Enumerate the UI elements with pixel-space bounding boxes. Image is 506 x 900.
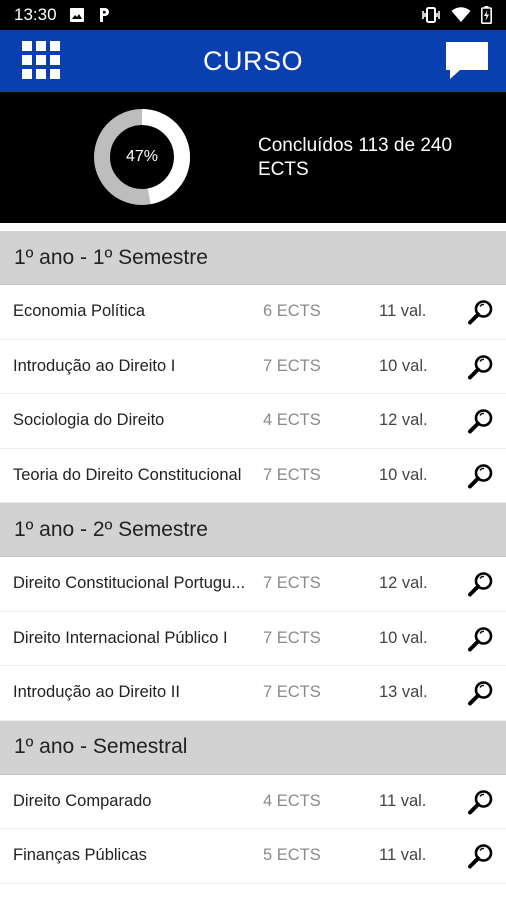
course-row[interactable]: Sociologia do Direito 4 ECTS 12 val. (0, 394, 506, 449)
course-ects: 7 ECTS (263, 574, 321, 593)
section-header: 1º ano - 1º Semestre (0, 231, 506, 285)
search-icon[interactable] (467, 407, 495, 435)
course-name: Introdução ao Direito I (13, 356, 176, 375)
course-name: Economia Política (13, 302, 146, 321)
chat-icon[interactable] (444, 39, 490, 83)
course-list: 1º ano - 1º Semestre Economia Política 6 E… (0, 231, 506, 884)
course-ects: 5 ECTS (263, 846, 321, 865)
search-icon[interactable] (467, 353, 495, 381)
course-grade: 10 val. (379, 628, 428, 647)
progress-panel: 47% Concluídos 113 de 240 ECTS (0, 92, 506, 223)
search-icon[interactable] (467, 679, 495, 707)
app-bar: CURSO (0, 30, 506, 92)
search-icon[interactable] (467, 788, 495, 816)
course-ects: 7 ECTS (263, 628, 321, 647)
course-row[interactable]: Introdução ao Direito I 7 ECTS 10 val. (0, 339, 506, 394)
course-name: Sociologia do Direito (13, 411, 165, 430)
search-icon[interactable] (467, 570, 495, 598)
page-title: CURSO (202, 45, 303, 76)
course-ects: 7 ECTS (263, 683, 321, 702)
course-name: Introdução ao Direito II (13, 683, 180, 702)
course-row[interactable]: Economia Política 6 ECTS 11 val. (0, 285, 506, 340)
wifi-icon (451, 7, 471, 23)
search-icon[interactable] (467, 298, 495, 326)
course-name: Direito Comparado (13, 791, 152, 810)
progress-summary: Concluídos 113 de 240 ECTS (258, 135, 453, 180)
search-icon[interactable] (467, 625, 495, 653)
progress-percent: 47% (125, 148, 159, 165)
course-grade: 10 val. (379, 465, 428, 484)
search-icon[interactable] (467, 842, 495, 870)
divider (0, 223, 506, 231)
vibrate-icon (421, 7, 441, 23)
image-icon (69, 7, 85, 23)
course-grade: 13 val. (379, 683, 428, 702)
course-name: Direito Constitucional Portugu... (13, 574, 246, 593)
course-ects: 6 ECTS (263, 302, 321, 321)
status-bar: 13:30 (0, 0, 506, 30)
course-grade: 11 val. (379, 791, 427, 810)
course-ects: 7 ECTS (263, 356, 321, 375)
course-row[interactable]: Direito Constitucional Portugu... 7 ECTS 1… (0, 557, 506, 612)
course-ects: 7 ECTS (263, 465, 321, 484)
course-row[interactable]: Introdução ao Direito II 7 ECTS 13 val. (0, 666, 506, 721)
grid-menu-icon[interactable] (22, 41, 60, 79)
course-grade: 10 val. (379, 356, 428, 375)
course-grade: 11 val. (379, 846, 427, 865)
section-header: 1º ano - Semestral (0, 720, 506, 775)
course-grade: 12 val. (379, 574, 428, 593)
course-grade: 11 val. (379, 302, 427, 321)
course-name: Direito Internacional Público I (13, 628, 228, 647)
status-time: 13:30 (14, 5, 57, 24)
course-row[interactable]: Direito Comparado 4 ECTS 11 val. (0, 774, 506, 829)
course-ects: 4 ECTS (263, 411, 321, 430)
section-header: 1º ano - 2º Semestre (0, 503, 506, 557)
search-icon[interactable] (467, 462, 495, 490)
p-icon (97, 7, 111, 23)
course-name: Teoria do Direito Constitucional (13, 465, 242, 484)
battery-icon (481, 6, 492, 24)
course-row[interactable]: Teoria do Direito Constitucional 7 ECTS 10… (0, 448, 506, 503)
course-ects: 4 ECTS (263, 791, 321, 810)
course-grade: 12 val. (379, 411, 428, 430)
course-name: Finanças Públicas (13, 846, 147, 865)
course-row[interactable]: Finanças Públicas 5 ECTS 11 val. (0, 829, 506, 884)
course-row[interactable]: Direito Internacional Público I 7 ECTS 10 … (0, 611, 506, 666)
